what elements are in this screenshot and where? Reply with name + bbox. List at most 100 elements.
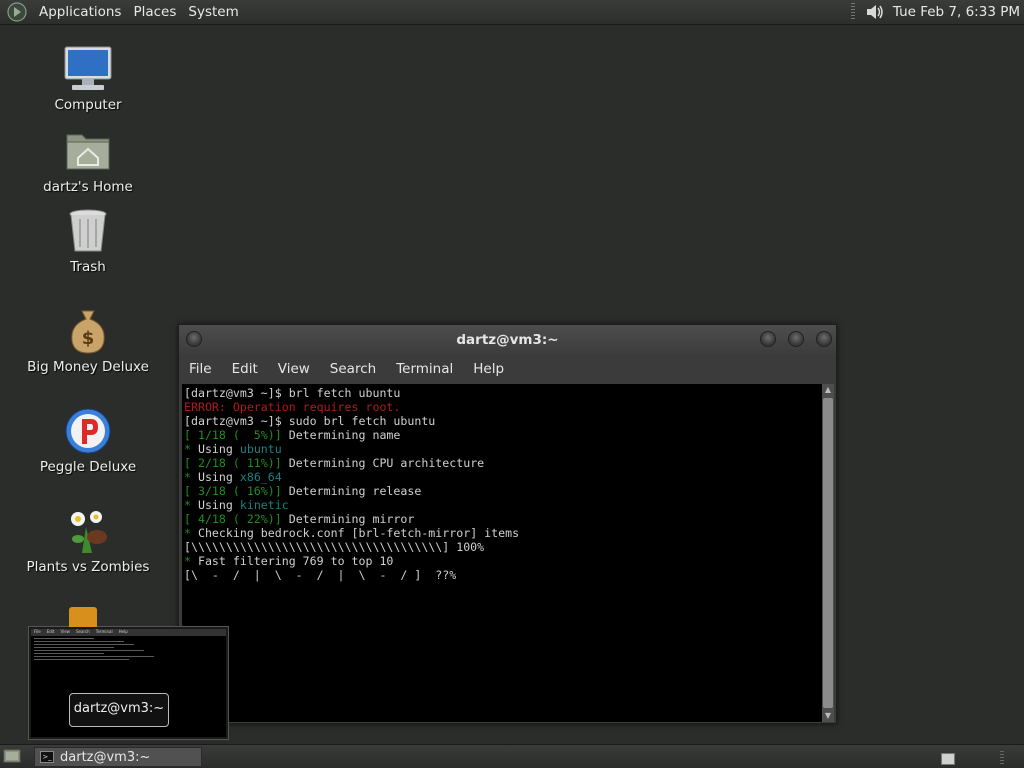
terminal-line: [\ - / | \ - / | \ - / ] ??% bbox=[184, 568, 822, 582]
preview-menubar: File Edit View Search Terminal Help bbox=[31, 629, 226, 636]
places-menu[interactable]: Places bbox=[127, 4, 182, 20]
terminal-line: [ 1/18 ( 5%)] Determining name bbox=[184, 428, 822, 442]
desktop-icon-trash[interactable]: Trash bbox=[13, 207, 163, 275]
preview-menu-item: Edit bbox=[46, 629, 55, 634]
computer-icon bbox=[64, 46, 112, 90]
terminal-line: ERROR: Operation requires root. bbox=[184, 400, 822, 414]
partial-desktop-icon bbox=[69, 607, 97, 627]
top-panel: Applications Places System Tue Feb 7, 6:… bbox=[0, 0, 1024, 25]
terminal-text: Using bbox=[197, 498, 240, 512]
terminal-text: * bbox=[184, 526, 198, 540]
taskbar-label: dartz@vm3:~ bbox=[60, 749, 151, 765]
desktop-icon-label: Trash bbox=[70, 259, 106, 275]
bottom-panel: >_ dartz@vm3:~ bbox=[0, 744, 1024, 768]
desktop-icon-label: Peggle Deluxe bbox=[39, 459, 137, 475]
peggle-icon bbox=[65, 408, 111, 454]
title-bar[interactable]: dartz@vm3:~ bbox=[179, 325, 836, 355]
window-title: dartz@vm3:~ bbox=[456, 332, 559, 348]
desktop-icon-big-money[interactable]: $ Big Money Deluxe bbox=[13, 307, 163, 375]
desktop-icon-home[interactable]: dartz's Home bbox=[13, 127, 163, 195]
terminal-line: * Using kinetic bbox=[184, 498, 822, 512]
preview-text-line bbox=[34, 644, 134, 645]
menu-terminal[interactable]: Terminal bbox=[386, 361, 463, 377]
terminal-line: [dartz@vm3 ~]$ sudo brl fetch ubuntu bbox=[184, 414, 822, 428]
preview-text-line bbox=[34, 641, 124, 642]
terminal-text: [ 2/18 ( 11%)] bbox=[184, 456, 282, 470]
terminal-text: x86_64 bbox=[239, 470, 282, 484]
desktop-icon-plants[interactable]: Plants vs Zombies bbox=[13, 507, 163, 575]
terminal-text: [\\\\\\\\\\\\\\\\\\\\\\\\\\\\\\\\\\\\] 1… bbox=[184, 540, 485, 554]
gnome-foot-icon[interactable] bbox=[7, 2, 27, 22]
terminal-line: * Using ubuntu bbox=[184, 442, 822, 456]
clock[interactable]: Tue Feb 7, 6:33 PM bbox=[893, 4, 1020, 20]
terminal-line: [ 4/18 ( 22%)] Determining mirror bbox=[184, 512, 822, 526]
terminal-text: Determining name bbox=[281, 428, 401, 442]
terminal-line: [dartz@vm3 ~]$ brl fetch ubuntu bbox=[184, 386, 822, 400]
desktop-icon-label: Plants vs Zombies bbox=[26, 559, 150, 575]
desktop-icon-peggle[interactable]: Peggle Deluxe bbox=[13, 407, 163, 475]
maximize-button[interactable] bbox=[788, 331, 804, 347]
show-desktop-icon[interactable] bbox=[3, 748, 21, 765]
menu-help[interactable]: Help bbox=[463, 361, 514, 377]
terminal-line: [\\\\\\\\\\\\\\\\\\\\\\\\\\\\\\\\\\\\] 1… bbox=[184, 540, 822, 554]
desktop-icon-label: Computer bbox=[54, 97, 122, 113]
minimize-button[interactable] bbox=[760, 331, 776, 347]
preview-text-line bbox=[34, 659, 129, 660]
preview-menu-item: File bbox=[34, 629, 41, 634]
taskbar-terminal-button[interactable]: >_ dartz@vm3:~ bbox=[34, 747, 202, 767]
terminal-text: kinetic bbox=[239, 498, 289, 512]
terminal-text: Determining release bbox=[281, 484, 422, 498]
terminal-text: * bbox=[184, 554, 198, 568]
menu-file[interactable]: File bbox=[179, 361, 222, 377]
terminal-text: * bbox=[184, 498, 198, 512]
svg-text:$: $ bbox=[82, 328, 95, 349]
terminal-text: Using bbox=[197, 442, 240, 456]
terminal-text: [ 3/18 ( 16%)] bbox=[184, 484, 282, 498]
volume-icon[interactable] bbox=[863, 1, 885, 23]
terminal-text: * bbox=[184, 442, 198, 456]
preview-menu-item: Help bbox=[118, 629, 128, 634]
system-menu[interactable]: System bbox=[182, 4, 244, 20]
terminal-line: * Using x86_64 bbox=[184, 470, 822, 484]
scroll-down-arrow[interactable]: ▼ bbox=[822, 710, 834, 722]
preview-text-line bbox=[34, 656, 154, 657]
terminal-text: [dartz@vm3 ~]$ brl fetch ubuntu bbox=[184, 386, 401, 400]
close-button[interactable] bbox=[816, 331, 832, 347]
desktop-icon-computer[interactable]: Computer bbox=[13, 45, 163, 113]
terminal-menubar: File Edit View Search Terminal Help bbox=[179, 355, 836, 383]
preview-menu-item: Terminal bbox=[95, 629, 113, 634]
terminal-text: [dartz@vm3 ~]$ sudo brl fetch ubuntu bbox=[184, 414, 436, 428]
terminal-text: * bbox=[184, 470, 198, 484]
terminal-window: dartz@vm3:~ File Edit View Search Termin… bbox=[178, 324, 837, 724]
terminal-text: Determining CPU architecture bbox=[281, 456, 485, 470]
scrollbar-thumb[interactable] bbox=[823, 398, 833, 708]
menu-search[interactable]: Search bbox=[320, 361, 386, 377]
top-panel-tray: Tue Feb 7, 6:33 PM bbox=[850, 0, 1024, 24]
preview-text-line bbox=[34, 638, 94, 639]
terminal-output[interactable]: [dartz@vm3 ~]$ brl fetch ubuntu ERROR: Op… bbox=[182, 384, 822, 722]
preview-text-line bbox=[34, 650, 144, 651]
terminal-line: * Checking bedrock.conf [brl-fetch-mirro… bbox=[184, 526, 822, 540]
preview-label: dartz@vm3:~ bbox=[69, 693, 169, 727]
terminal-line: [ 2/18 ( 11%)] Determining CPU architect… bbox=[184, 456, 822, 470]
menu-edit[interactable]: Edit bbox=[222, 361, 268, 377]
desktop-icon-label: Big Money Deluxe bbox=[27, 359, 149, 375]
preview-menu-item: Search bbox=[75, 629, 90, 634]
terminal-text: [\ - / | \ - / | \ - / ] ??% bbox=[184, 568, 457, 582]
terminal-line: * Fast filtering 769 to top 10 bbox=[184, 554, 822, 568]
menu-view[interactable]: View bbox=[268, 361, 320, 377]
terminal-text: Using bbox=[197, 470, 240, 484]
window-preview-popup[interactable]: File Edit View Search Terminal Help dart… bbox=[28, 607, 229, 740]
terminal-text: Fast filtering 769 to top 10 bbox=[197, 554, 394, 568]
terminal-text: Determining mirror bbox=[281, 512, 415, 526]
applications-menu[interactable]: Applications bbox=[33, 4, 127, 20]
preview-menu-item: View bbox=[60, 629, 70, 634]
money-bag-icon: $ bbox=[71, 310, 105, 354]
scroll-up-arrow[interactable]: ▲ bbox=[822, 384, 834, 396]
terminal-scrollbar[interactable]: ▲ ▼ bbox=[822, 384, 834, 722]
terminal-text: ubuntu bbox=[239, 442, 282, 456]
panel-grip bbox=[850, 3, 855, 21]
workspace-switcher[interactable] bbox=[941, 753, 955, 765]
home-folder-icon bbox=[66, 134, 110, 170]
desktop-icon-label: dartz's Home bbox=[43, 179, 133, 195]
